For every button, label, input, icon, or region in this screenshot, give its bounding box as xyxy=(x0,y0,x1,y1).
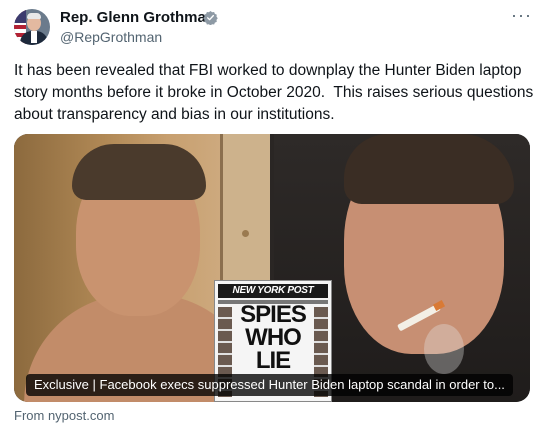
avatar[interactable] xyxy=(14,9,50,45)
avatar-hair xyxy=(27,13,41,19)
verified-badge-icon xyxy=(203,10,218,25)
avatar-shirt xyxy=(31,31,37,43)
link-caption[interactable]: Exclusive | Facebook execs suppressed Hu… xyxy=(26,374,513,396)
author-handle[interactable]: @RepGrothman xyxy=(60,29,162,46)
smoke-shape xyxy=(424,324,464,374)
newspaper-headline: SPIES WHO LIE xyxy=(240,301,307,374)
author-display-name[interactable]: Rep. Glenn Grothman xyxy=(60,9,215,27)
hair-shape xyxy=(344,134,514,204)
newspaper-masthead: NEW YORK POST xyxy=(218,284,328,298)
more-options-icon[interactable]: ··· xyxy=(511,6,532,24)
link-source[interactable]: From nypost.com xyxy=(14,408,114,424)
link-preview-card[interactable]: NEW YORK POST SPIES WHO LIE Exclusive | … xyxy=(14,134,530,402)
door-knob-shape xyxy=(242,230,249,237)
tweet-text: It has been revealed that FBI worked to … xyxy=(14,62,538,123)
hair-shape xyxy=(72,144,206,200)
